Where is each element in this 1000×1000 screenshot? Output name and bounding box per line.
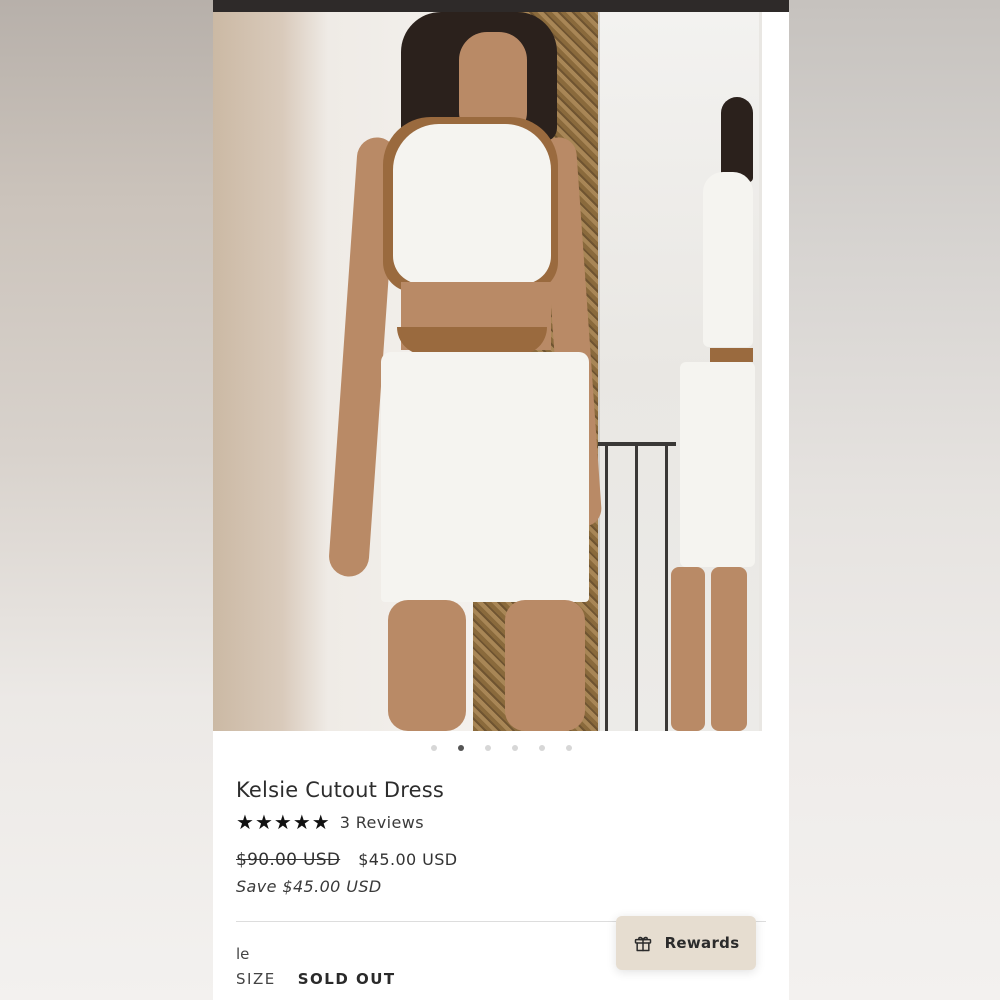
gift-icon bbox=[634, 936, 651, 952]
reflection-hair bbox=[721, 97, 753, 182]
reflection-top bbox=[703, 172, 753, 347]
rating-row[interactable]: ★ ★ ★ ★ ★ 3 Reviews bbox=[236, 811, 424, 833]
color-label: le bbox=[236, 945, 250, 963]
savings-text: Save $45.00 USD bbox=[236, 877, 382, 896]
reflection-waistband bbox=[710, 348, 753, 362]
model-leg-left bbox=[388, 600, 466, 731]
rewards-label: Rewards bbox=[664, 934, 740, 952]
product-image[interactable] bbox=[213, 12, 789, 731]
price-row: $90.00 USD $45.00 USD bbox=[236, 850, 457, 870]
product-title: Kelsie Cutout Dress bbox=[236, 778, 445, 802]
carousel-dot[interactable] bbox=[484, 745, 491, 751]
model-top bbox=[393, 124, 551, 284]
carousel-dot[interactable] bbox=[457, 745, 464, 751]
model-waistband bbox=[397, 327, 547, 355]
star-icon: ★ bbox=[292, 810, 311, 834]
size-status: SOLD OUT bbox=[297, 970, 396, 988]
carousel-dot[interactable] bbox=[511, 745, 518, 751]
carousel-dot[interactable] bbox=[565, 745, 572, 751]
star-icon: ★ bbox=[236, 810, 254, 834]
reviews-link[interactable]: 3 Reviews bbox=[340, 813, 424, 832]
reflection-leg bbox=[711, 567, 747, 731]
original-price: $90.00 USD bbox=[236, 850, 341, 870]
star-icon: ★ bbox=[273, 810, 292, 834]
status-bar bbox=[213, 0, 789, 12]
reflection-leg bbox=[671, 567, 705, 731]
blurred-backdrop-right bbox=[789, 0, 1000, 1000]
reflection-skirt bbox=[680, 362, 755, 567]
size-label: SIZE bbox=[236, 970, 276, 988]
sale-price: $45.00 USD bbox=[358, 850, 458, 869]
star-rating: ★ ★ ★ ★ ★ bbox=[236, 811, 330, 833]
carousel-dot[interactable] bbox=[430, 745, 437, 751]
blurred-backdrop-left bbox=[0, 0, 213, 1000]
model-skirt bbox=[381, 352, 589, 602]
carousel-dots bbox=[213, 745, 789, 753]
carousel-dot[interactable] bbox=[538, 745, 545, 751]
star-icon: ★ bbox=[311, 810, 330, 834]
model-leg-right bbox=[505, 600, 585, 731]
rewards-button[interactable]: Rewards bbox=[616, 916, 756, 970]
size-row: SIZE SOLD OUT bbox=[236, 970, 396, 988]
star-icon: ★ bbox=[254, 810, 273, 834]
next-image-peek[interactable] bbox=[759, 12, 789, 731]
railing-post bbox=[635, 442, 638, 731]
railing-post bbox=[605, 442, 608, 731]
railing-post bbox=[665, 442, 668, 731]
phone-screen: Kelsie Cutout Dress ★ ★ ★ ★ ★ 3 Reviews $90.… bbox=[213, 0, 789, 1000]
